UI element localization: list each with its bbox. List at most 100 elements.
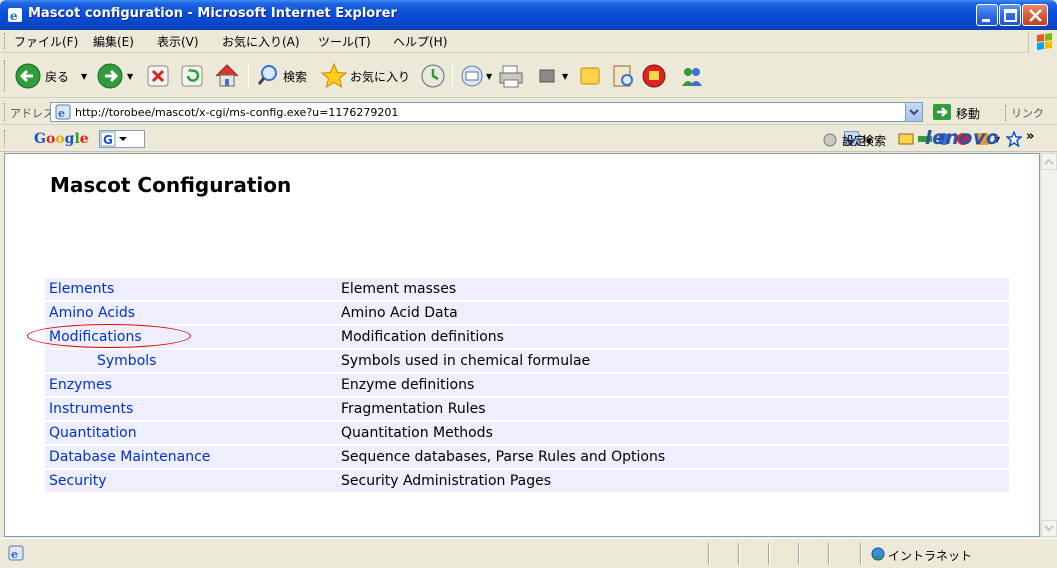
google-settings-button[interactable]: 設定▾	[842, 132, 872, 149]
toolbar-grip[interactable]	[4, 60, 7, 92]
menu-favorites[interactable]: お気に入り(A)	[222, 33, 300, 50]
print-icon[interactable]	[497, 60, 525, 92]
bookmark-star-icon[interactable]	[1006, 131, 1022, 147]
go-button[interactable]: 移動	[956, 105, 980, 122]
menu-file[interactable]: ファイル(F)	[14, 33, 78, 50]
status-pane	[768, 543, 770, 565]
forward-dropdown-icon[interactable]: ▼	[127, 72, 133, 81]
config-link-security[interactable]: Security	[49, 473, 107, 489]
config-description: Quantitation Methods	[337, 422, 1009, 444]
page-title: Mascot Configuration	[50, 173, 292, 197]
minimize-icon	[982, 19, 990, 22]
scroll-up-button[interactable]	[1041, 153, 1057, 170]
research-icon[interactable]	[610, 60, 636, 92]
google-menu-button[interactable]: G	[99, 130, 145, 148]
settings-radio-icon[interactable]	[822, 132, 838, 148]
go-arrow-icon[interactable]	[933, 104, 951, 120]
config-link-amino-acids[interactable]: Amino Acids	[49, 305, 135, 321]
config-link-enzymes[interactable]: Enzymes	[49, 377, 112, 393]
config-link-cell: Enzymes	[45, 374, 337, 396]
config-link-modifications[interactable]: Modifications	[49, 329, 142, 345]
messenger-icon[interactable]	[678, 60, 706, 92]
config-link-cell: Database Maintenance	[45, 446, 337, 468]
table-row: Quantitation Quantitation Methods	[45, 422, 1009, 444]
news-icon[interactable]	[898, 131, 914, 147]
lenovo-logo: lenovo	[925, 127, 1000, 149]
menu-help[interactable]: ヘルプ(H)	[393, 33, 447, 50]
status-pane	[798, 543, 800, 565]
address-bar: アドレス(D) e http://torobee/mascot/x-cgi/ms…	[0, 99, 1057, 125]
toolbar-grip[interactable]	[4, 33, 7, 49]
status-pane	[860, 543, 862, 565]
edit-icon[interactable]	[535, 60, 559, 92]
table-row: Instruments Fragmentation Rules	[45, 398, 1009, 420]
status-pane	[708, 543, 710, 565]
google-logo[interactable]: Google	[34, 131, 89, 147]
address-input[interactable]: e http://torobee/mascot/x-cgi/ms-config.…	[50, 102, 923, 122]
maximize-button[interactable]	[999, 4, 1021, 26]
close-button[interactable]	[1022, 4, 1048, 26]
back-arrow-icon[interactable]	[14, 60, 42, 92]
minimize-button[interactable]	[976, 4, 998, 26]
refresh-icon[interactable]	[180, 60, 204, 92]
config-description: Security Administration Pages	[337, 470, 1009, 492]
maximize-icon	[1004, 9, 1017, 22]
close-icon	[1029, 9, 1042, 22]
mail-dropdown-icon[interactable]: ▼	[486, 72, 492, 81]
config-link-cell: Security	[45, 470, 337, 492]
config-link-instruments[interactable]: Instruments	[49, 401, 133, 417]
chevron-up-icon	[1044, 158, 1054, 165]
menu-view[interactable]: 表示(V)	[157, 33, 199, 50]
config-link-elements[interactable]: Elements	[49, 281, 114, 297]
toolbar-separator	[248, 62, 249, 90]
stop-icon[interactable]	[146, 60, 170, 92]
edit-dropdown-icon[interactable]: ▼	[562, 72, 568, 81]
security-zone-label: イントラネット	[888, 549, 973, 563]
address-dropdown-button[interactable]	[905, 103, 922, 121]
table-row: Symbols Symbols used in chemical formulae	[45, 350, 1009, 372]
config-link-database-maintenance[interactable]: Database Maintenance	[49, 449, 210, 465]
discuss-icon[interactable]	[577, 60, 603, 92]
messenger-red-icon[interactable]	[640, 60, 668, 92]
config-link-cell: Symbols	[45, 350, 337, 372]
toolbar-grip[interactable]	[4, 103, 7, 121]
favorites-label[interactable]: お気に入り	[350, 68, 410, 85]
page-status-icon: e	[8, 545, 24, 561]
windows-flag-icon	[1037, 33, 1052, 50]
address-url[interactable]: http://torobee/mascot/x-cgi/ms-config.ex…	[75, 106, 398, 119]
config-link-quantitation[interactable]: Quantitation	[49, 425, 137, 441]
back-label[interactable]: 戻る	[45, 68, 69, 85]
mail-icon[interactable]	[460, 60, 484, 92]
toolbar-grip[interactable]	[4, 130, 7, 148]
config-description: Enzyme definitions	[337, 374, 1009, 396]
svg-text:e: e	[58, 107, 65, 120]
menu-bar: ファイル(F) 編集(E) 表示(V) お気に入り(A) ツール(T) ヘルプ(…	[0, 30, 1057, 53]
favorites-star-icon[interactable]	[320, 60, 348, 92]
title-bar: e Mascot configuration - Microsoft Inter…	[0, 0, 1057, 30]
page-content: Mascot Configuration Elements Element mas…	[4, 153, 1040, 537]
chevron-more-icon[interactable]: »	[1026, 129, 1034, 144]
search-label[interactable]: 検索	[283, 68, 307, 85]
config-table: Elements Element masses Amino Acids Amino A…	[45, 276, 1009, 494]
browser-window: e Mascot configuration - Microsoft Inter…	[0, 0, 1057, 568]
ie-icon: e	[8, 8, 22, 23]
back-dropdown-icon[interactable]: ▼	[81, 72, 87, 81]
forward-arrow-icon[interactable]	[96, 60, 124, 92]
intranet-zone-icon	[871, 547, 885, 561]
status-pane	[828, 543, 830, 565]
config-description: Fragmentation Rules	[337, 398, 1009, 420]
config-link-cell: Instruments	[45, 398, 337, 420]
home-icon[interactable]	[213, 60, 241, 92]
table-row: Amino Acids Amino Acid Data	[45, 302, 1009, 324]
history-icon[interactable]	[420, 60, 446, 92]
config-description: Element masses	[337, 278, 1009, 300]
search-icon[interactable]	[256, 60, 280, 92]
vertical-scrollbar[interactable]	[1040, 153, 1057, 537]
table-row: Database Maintenance Sequence databases, …	[45, 446, 1009, 468]
links-label[interactable]: リンク	[1005, 105, 1044, 121]
menu-edit[interactable]: 編集(E)	[93, 33, 134, 50]
google-g-icon: G	[100, 131, 127, 147]
scroll-down-button[interactable]	[1041, 520, 1057, 537]
menu-tools[interactable]: ツール(T)	[318, 33, 371, 50]
config-link-symbols[interactable]: Symbols	[49, 353, 156, 369]
